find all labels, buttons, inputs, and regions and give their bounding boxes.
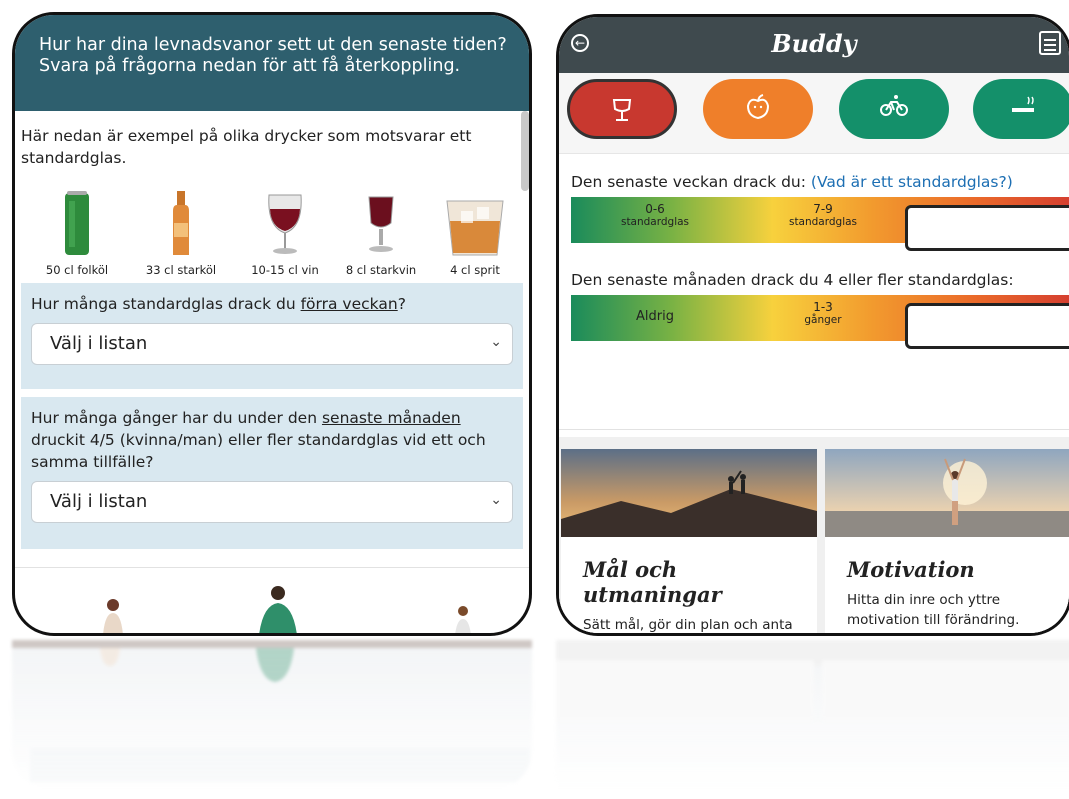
drink-label: 4 cl sprit <box>450 263 500 277</box>
tab-food[interactable] <box>703 79 813 139</box>
drink-label: 8 cl starkvin <box>345 263 417 277</box>
category-tabs <box>559 73 1069 153</box>
segment-unit: gånger <box>804 314 842 326</box>
card-description: Hitta din inre och yttre motivation till… <box>847 592 1020 628</box>
drink-label: 10-15 cl vin <box>251 263 319 277</box>
left-phone-screen: Hur har dina levnadsvanor sett ut den se… <box>12 12 532 636</box>
tab-smoking[interactable] <box>973 79 1069 139</box>
menu-icon[interactable] <box>1039 31 1061 55</box>
standard-glass-link[interactable]: (Vad är ett standardglas?) <box>811 173 1013 191</box>
segment-value: 10+ <box>977 220 1003 234</box>
bicycle-icon <box>839 94 949 124</box>
apple-icon <box>703 94 813 126</box>
page-header: Hur har dina levnadsvanor sett ut den se… <box>15 15 529 111</box>
fortified-wine-glass-icon <box>333 187 429 259</box>
month-segment-mid: 1-3 gånger <box>739 295 907 341</box>
runner-photo <box>825 449 1069 537</box>
segment-unit: standardglas <box>620 216 690 228</box>
question-last-week: Hur många standardglas drack du förra ve… <box>21 283 523 389</box>
segment-unit: standardglas <box>955 234 1025 246</box>
divider <box>559 429 1069 430</box>
mountain-photo <box>561 449 817 537</box>
month-segment-high-selected: 4+ gånger <box>905 303 1069 349</box>
drink-label: 33 cl starköl <box>145 263 217 277</box>
month-label: Den senaste månaden drack du 4 eller fle… <box>571 271 1014 289</box>
segment-value: 7-9 <box>813 202 833 216</box>
left-reflection <box>12 640 532 790</box>
drink-folkol: 50 cl folköl <box>29 187 125 277</box>
tab-alcohol[interactable] <box>567 79 677 139</box>
question-last-month: Hur många gånger har du under den senast… <box>21 397 523 549</box>
drink-sprit: 4 cl sprit <box>427 187 523 277</box>
spirits-glass-icon <box>427 187 523 259</box>
question-text: Hur många standardglas drack du förra ve… <box>31 293 513 315</box>
module-cards: Mål och utmaningar Sätt mål, gör din pla… <box>559 437 1069 633</box>
question-text: Hur många gånger har du under den senast… <box>31 407 513 473</box>
drink-vin: 10-15 cl vin <box>237 187 333 277</box>
segment-unit: standardglas <box>788 216 858 228</box>
card-title: Mål och utmaningar <box>583 557 722 607</box>
people-illustration <box>103 586 471 633</box>
week-label: Den senaste veckan drack du: (Vad är ett… <box>571 173 1013 191</box>
question-text-part: Hur många standardglas drack du <box>31 295 301 313</box>
chevron-down-icon: ⌄ <box>490 492 502 508</box>
stage: Hur har dina levnadsvanor sett ut den se… <box>0 0 1069 799</box>
segment-value: 1-3 <box>813 300 833 314</box>
segment-value: 4+ <box>981 318 999 332</box>
drink-starkol: 33 cl starköl <box>133 187 229 277</box>
select-value: Välj i listan <box>50 491 148 512</box>
week-segment-high-selected: 10+ standardglas <box>905 205 1069 251</box>
app-header: ← Buddy <box>559 17 1069 73</box>
divider <box>559 153 1069 154</box>
segment-value: 0-6 <box>645 202 665 216</box>
card-description: Sätt mål, gör din plan och anta utmaning… <box>583 617 793 633</box>
select-value: Välj i listan <box>50 333 148 354</box>
month-scale: Aldrig 1-3 gånger 4+ gånger <box>571 295 1069 349</box>
right-reflection <box>556 640 1069 790</box>
drinks-last-week-select[interactable]: Välj i listan ⌄ <box>31 323 513 365</box>
reflection-shapes <box>12 640 532 782</box>
card-goals[interactable]: Mål och utmaningar Sätt mål, gör din pla… <box>561 449 817 633</box>
wine-glass-icon <box>570 97 674 129</box>
question-text-part: druckit 4/5 (kvinna/man) eller fler stan… <box>31 431 486 471</box>
drink-starkvin: 8 cl starkvin <box>333 187 429 277</box>
right-phone-screen: ← Buddy Den senaste veckan drack du: (Va… <box>556 14 1069 636</box>
week-segment-mid: 7-9 standardglas <box>739 197 907 243</box>
segment-unit: gånger <box>971 332 1009 344</box>
segment-value: Aldrig <box>636 309 674 324</box>
cigarette-icon <box>973 94 1069 124</box>
week-scale: 0-6 standardglas 7-9 standardglas 10+ st… <box>571 197 1069 251</box>
question-text-part: Hur många gånger har du under den <box>31 409 322 427</box>
drink-examples: 50 cl folköl 33 cl starköl 10-15 cl vin … <box>15 187 529 283</box>
divider <box>15 567 529 568</box>
drink-label: 50 cl folköl <box>45 263 109 277</box>
beer-can-icon <box>29 187 125 259</box>
tab-exercise[interactable] <box>839 79 949 139</box>
binge-last-month-select[interactable]: Välj i listan ⌄ <box>31 481 513 523</box>
beer-bottle-icon <box>133 187 229 259</box>
underlined-link: förra veckan <box>300 295 398 313</box>
intro-text: Här nedan är exempel på olika drycker so… <box>21 127 472 167</box>
week-segment-low: 0-6 standardglas <box>571 197 739 243</box>
chevron-down-icon: ⌄ <box>490 334 502 350</box>
wine-glass-icon <box>237 187 333 259</box>
month-segment-never: Aldrig <box>571 295 739 341</box>
underlined-link: senaste månaden <box>321 409 461 427</box>
app-logo: Buddy <box>771 29 857 58</box>
question-text-part: ? <box>397 295 406 313</box>
reflection-shapes <box>556 640 1069 720</box>
card-motivation[interactable]: Motivation Hitta din inre och yttre moti… <box>825 449 1069 633</box>
week-label-text: Den senaste veckan drack du: <box>571 173 811 191</box>
card-title: Motivation <box>847 557 975 582</box>
scrollbar[interactable] <box>521 111 529 191</box>
